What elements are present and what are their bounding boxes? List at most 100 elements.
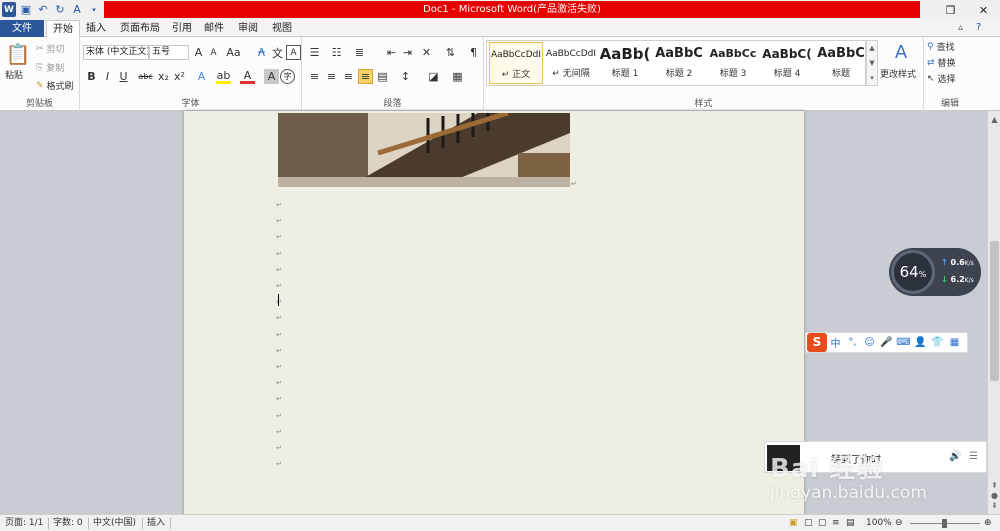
clear-formatting-icon[interactable]: ₳ <box>254 45 269 60</box>
change-styles-icon[interactable]: A <box>890 41 912 63</box>
decrease-indent-icon[interactable]: ⇤ <box>384 45 399 60</box>
zoom-level[interactable]: 100% <box>866 515 892 531</box>
insert-mode[interactable]: 插入 <box>147 515 165 531</box>
style-heading-2[interactable]: AaBbC 标题 2 <box>652 42 706 84</box>
text-effects-icon[interactable]: A <box>194 69 209 84</box>
ime-mode[interactable]: 中 <box>827 335 844 350</box>
style-heading-3[interactable]: AaBbCc 标题 3 <box>706 42 760 84</box>
bullets-icon[interactable]: ☰ <box>307 45 322 60</box>
font-name-select[interactable]: 宋体 (中文正文) <box>83 45 149 60</box>
format-painter-button[interactable]: ✎ 格式刷 <box>36 79 74 93</box>
ime-toolbar[interactable]: S 中 °, ☺ 🎤 ⌨ 👤 👕 ▦ <box>805 332 968 353</box>
save-icon[interactable]: ▣ <box>19 2 33 17</box>
scroll-up-icon[interactable]: ▲ <box>988 115 1000 124</box>
tab-references[interactable]: 引用 <box>166 20 198 37</box>
volume-icon[interactable]: 🔊 <box>949 451 961 462</box>
tab-home[interactable]: 开始 <box>46 20 80 38</box>
network-speed-widget[interactable]: 64% ↑ 0.6K/s ↓ 6.2K/s <box>889 248 981 296</box>
language[interactable]: 中文(中国) <box>93 515 136 531</box>
cut-button[interactable]: ✂ 剪切 <box>36 42 65 56</box>
print-layout-icon[interactable]: ▣ <box>789 515 798 531</box>
redo-icon[interactable]: ↻ <box>53 2 67 17</box>
style-no-spacing[interactable]: AaBbCcDdI ↵ 无间隔 <box>544 42 598 84</box>
browse-object-icon[interactable]: ● <box>988 491 1000 500</box>
font-color-icon[interactable]: A <box>240 69 255 84</box>
shrink-font-icon[interactable]: A <box>206 45 221 60</box>
align-left-icon[interactable]: ≡ <box>307 69 322 84</box>
paste-button[interactable]: 粘贴 <box>5 68 23 81</box>
emoji-icon[interactable]: ☺ <box>861 337 878 348</box>
align-right-icon[interactable]: ≡ <box>341 69 356 84</box>
change-styles-button[interactable]: 更改样式 <box>880 67 916 80</box>
line-spacing-icon[interactable]: ↕ <box>398 69 413 84</box>
help-icon[interactable]: ? <box>976 22 981 33</box>
superscript-icon[interactable]: x² <box>172 69 187 84</box>
undo-icon[interactable]: ↶ <box>36 2 50 17</box>
vertical-scrollbar[interactable]: ▲ ⇞ ● ⇟ <box>987 111 1000 514</box>
microphone-icon[interactable]: 🎤 <box>878 337 895 348</box>
keyboard-icon[interactable]: ⌨ <box>895 337 912 348</box>
italic-icon[interactable]: I <box>100 69 115 84</box>
enclose-character-icon[interactable]: 字 <box>280 69 295 84</box>
page-count[interactable]: 页面: 1/1 <box>5 515 43 531</box>
chinese-layout-icon[interactable]: ✕ <box>419 45 434 60</box>
user-icon[interactable]: 👤 <box>912 337 929 348</box>
style-title[interactable]: AaBbC 标题 <box>814 42 868 84</box>
previous-page-icon[interactable]: ⇞ <box>988 481 1000 490</box>
zoom-in-icon[interactable]: ⊕ <box>984 515 992 531</box>
font-size-select[interactable]: 五号 <box>149 45 189 60</box>
bold-icon[interactable]: B <box>84 69 99 84</box>
select-button[interactable]: ↖ 选择 <box>927 72 956 86</box>
align-center-icon[interactable]: ≡ <box>324 69 339 84</box>
strikethrough-icon[interactable]: abc <box>138 69 153 84</box>
tab-mailings[interactable]: 邮件 <box>198 20 230 37</box>
punctuation-icon[interactable]: °, <box>844 337 861 348</box>
draft-icon[interactable]: ▤ <box>846 515 855 531</box>
justify-icon[interactable]: ≡ <box>358 69 373 84</box>
find-button[interactable]: ⚲ 查找 <box>927 40 955 54</box>
next-page-icon[interactable]: ⇟ <box>988 501 1000 510</box>
numbering-icon[interactable]: ☷ <box>329 45 344 60</box>
multilevel-list-icon[interactable]: ≣ <box>352 45 367 60</box>
inserted-picture[interactable] <box>278 113 570 187</box>
phonetic-guide-icon[interactable]: 文 <box>270 45 285 60</box>
word-icon[interactable]: W <box>2 2 16 17</box>
sort-icon[interactable]: ⇅ <box>443 45 458 60</box>
tab-file[interactable]: 文件 <box>0 20 44 37</box>
subscript-icon[interactable]: x₂ <box>156 69 171 84</box>
zoom-slider-thumb[interactable] <box>942 519 947 528</box>
outline-icon[interactable]: ≡ <box>832 515 840 531</box>
close-button[interactable]: ✕ <box>967 0 1000 20</box>
underline-icon[interactable]: U <box>116 69 131 84</box>
style-heading-1[interactable]: AaBb(标题 1 <box>598 42 652 84</box>
spelling-icon[interactable]: A <box>70 2 84 17</box>
shading-icon[interactable]: ◪ <box>426 69 441 84</box>
style-heading-4[interactable]: AaBbC(标题 4 <box>760 42 814 84</box>
web-layout-icon[interactable]: ▢ <box>818 515 827 531</box>
toolbox-icon[interactable]: ▦ <box>946 337 963 348</box>
tab-page-layout[interactable]: 页面布局 <box>114 20 166 37</box>
distributed-icon[interactable]: ▤ <box>375 69 390 84</box>
tab-view[interactable]: 视图 <box>266 20 298 37</box>
character-border-icon[interactable]: A <box>286 45 301 60</box>
paste-icon[interactable]: 📋 <box>6 41 31 67</box>
highlight-icon[interactable]: ab <box>216 69 231 84</box>
tab-review[interactable]: 审阅 <box>232 20 264 37</box>
copy-button[interactable]: ⎘ 复制 <box>36 61 64 75</box>
increase-indent-icon[interactable]: ⇥ <box>400 45 415 60</box>
sogou-logo-icon[interactable]: S <box>807 333 827 352</box>
grow-font-icon[interactable]: A <box>191 45 206 60</box>
tab-insert[interactable]: 插入 <box>80 20 112 37</box>
scrollbar-thumb[interactable] <box>990 241 999 381</box>
minimize-ribbon-icon[interactable]: ▵ <box>958 22 963 33</box>
word-count[interactable]: 字数: 0 <box>53 515 83 531</box>
restore-button[interactable]: ❐ <box>934 0 967 20</box>
change-case-icon[interactable]: Aa <box>226 45 241 60</box>
gallery-scroll[interactable]: ▲ ▼ ▾ <box>866 40 878 86</box>
full-screen-reading-icon[interactable]: ▢ <box>804 515 813 531</box>
style-normal[interactable]: AaBbCcDdI ↵ 正文 <box>489 42 543 84</box>
zoom-out-icon[interactable]: ⊖ <box>895 515 903 531</box>
playlist-icon[interactable]: ☰ <box>969 451 978 462</box>
show-marks-icon[interactable]: ¶ <box>466 45 481 60</box>
borders-icon[interactable]: ▦ <box>450 69 465 84</box>
